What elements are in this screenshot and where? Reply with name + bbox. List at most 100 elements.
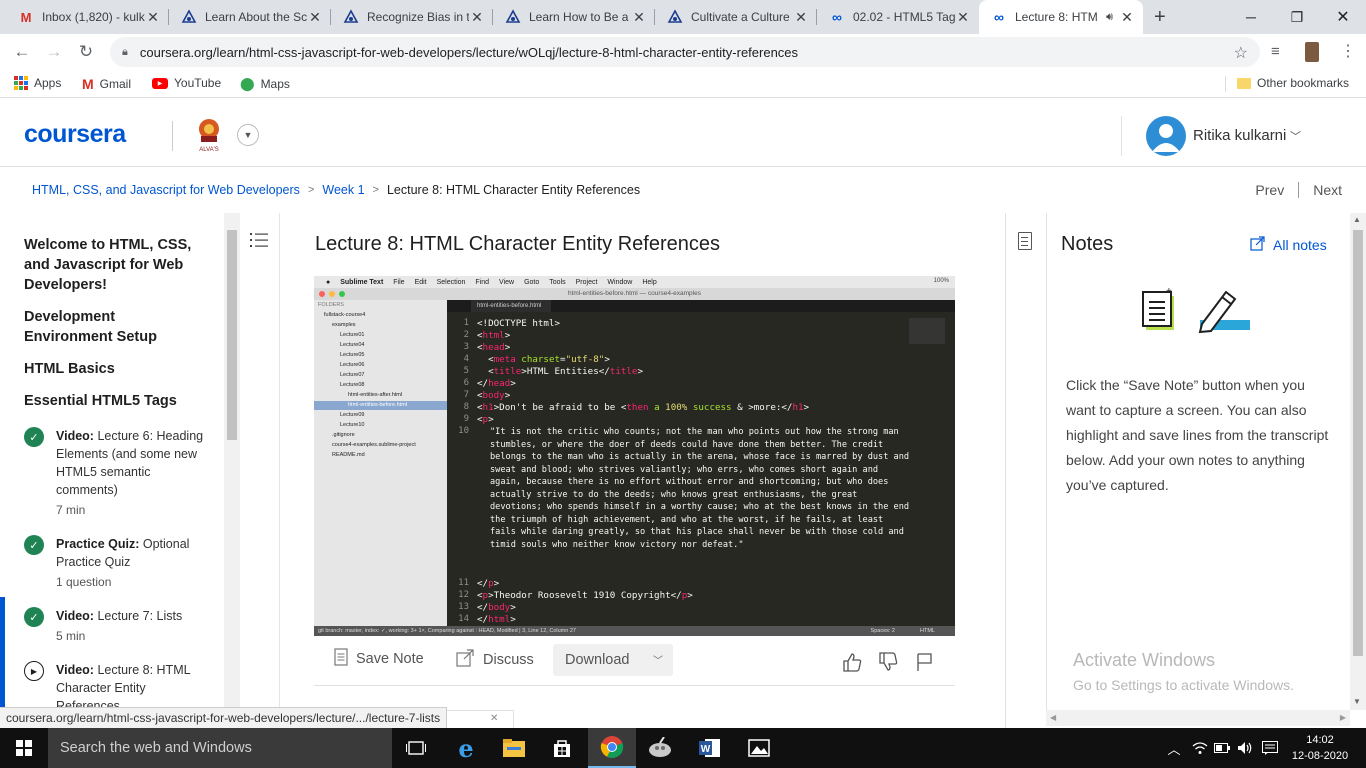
speaker-icon[interactable]: 🔊︎: [1106, 11, 1113, 24]
reading-list-icon[interactable]: ≡: [1271, 43, 1280, 60]
close-tab-icon[interactable]: ✕: [1119, 9, 1135, 26]
volume-icon[interactable]: [1237, 740, 1253, 756]
profile-avatar[interactable]: [1305, 42, 1319, 62]
outline-item-lecture-7[interactable]: ✓ Video: Lecture 7: Lists 5 min: [24, 607, 222, 647]
section-html5-tags[interactable]: Essential HTML5 Tags: [24, 391, 199, 411]
task-view-icon[interactable]: [392, 728, 440, 768]
coursera-loop-icon: ∞: [994, 9, 1004, 25]
scroll-left-arrow-icon[interactable]: ◀: [1050, 713, 1056, 722]
menu-list-icon[interactable]: [250, 232, 268, 248]
photos-icon[interactable]: [735, 728, 783, 768]
minimize-button[interactable]: ─: [1228, 0, 1274, 34]
scroll-down-arrow-icon[interactable]: ▼: [1353, 697, 1361, 706]
user-avatar[interactable]: [1146, 116, 1186, 156]
scroll-up-arrow-icon[interactable]: ▲: [1353, 215, 1361, 224]
activate-windows-subtext: Go to Settings to activate Windows.: [1073, 677, 1294, 693]
activate-windows-watermark: Activate Windows: [1073, 650, 1216, 670]
url-field[interactable]: 🔒︎ coursera.org/learn/html-css-javascrip…: [110, 37, 1260, 67]
close-tab-icon[interactable]: ✕: [955, 9, 971, 26]
bookmark-youtube[interactable]: ▶ YouTube: [152, 76, 221, 90]
system-clock[interactable]: 14:02 12-08-2020: [1290, 732, 1350, 764]
note-icon: [334, 648, 348, 670]
back-button[interactable]: ←: [11, 42, 33, 62]
save-note-button[interactable]: Save Note: [334, 648, 424, 670]
completed-check-icon: ✓: [24, 427, 44, 447]
edge-browser-icon[interactable]: e: [442, 728, 490, 768]
notes-horizontal-scrollbar[interactable]: ◀ ▶: [1046, 710, 1350, 726]
breadcrumb-course-link[interactable]: HTML, CSS, and Javascript for Web Develo…: [32, 183, 300, 197]
bookmark-other[interactable]: Other bookmarks: [1237, 76, 1349, 90]
bookmark-gmail[interactable]: M Gmail: [82, 76, 131, 92]
outline-item-lecture-6[interactable]: ✓ Video: Lecture 6: Heading Elements (an…: [24, 427, 222, 519]
prev-button[interactable]: Prev: [1255, 182, 1284, 198]
notes-scrollbar-thumb[interactable]: [1353, 230, 1363, 656]
bookmark-maps[interactable]: ⬤ Maps: [240, 76, 290, 92]
close-icon: ✕: [490, 713, 499, 724]
close-tab-icon[interactable]: ✕: [631, 9, 647, 26]
thumbs-up-icon[interactable]: [841, 651, 863, 673]
tab-learn-how[interactable]: Learn How to Be a ✕: [493, 0, 655, 34]
chrome-icon[interactable]: [588, 728, 636, 768]
bookmark-star-icon[interactable]: ☆: [1234, 43, 1248, 63]
user-name[interactable]: Ritika kulkarni: [1193, 127, 1286, 144]
play-icon: ▶: [24, 661, 44, 681]
download-dropdown[interactable]: Download ﹀: [553, 644, 673, 676]
institution-dropdown-button[interactable]: ▼: [237, 124, 259, 146]
close-tab-icon[interactable]: ✕: [469, 9, 485, 26]
close-tab-icon[interactable]: ✕: [145, 9, 161, 26]
section-html-basics[interactable]: HTML Basics: [24, 359, 199, 379]
battery-icon[interactable]: [1214, 740, 1230, 756]
thumbs-down-icon[interactable]: [877, 651, 899, 673]
chevron-down-icon[interactable]: ﹀: [1290, 128, 1301, 144]
apple-icon: ●: [326, 278, 331, 286]
reload-button[interactable]: ↻: [75, 42, 97, 62]
notes-illustration: +: [1142, 286, 1254, 334]
next-button[interactable]: Next: [1313, 182, 1342, 198]
word-icon[interactable]: W: [686, 728, 734, 768]
maximize-button[interactable]: ❐: [1274, 0, 1320, 34]
breadcrumb-week-link[interactable]: Week 1: [322, 183, 364, 197]
windows-taskbar: Search the web and Windows e W ︿ 14:02 1…: [0, 728, 1366, 768]
tab-cultivate[interactable]: Cultivate a Culture ✕: [655, 0, 817, 34]
external-link-icon: [455, 648, 475, 672]
notes-help-text: Click the “Save Note” button when you wa…: [1066, 377, 1329, 493]
forward-button[interactable]: →: [43, 42, 65, 62]
chevron-up-icon[interactable]: ︿: [1166, 740, 1182, 757]
folder-icon: [1237, 77, 1251, 89]
scroll-right-arrow-icon[interactable]: ▶: [1340, 713, 1346, 722]
notes-panel-toggle-icon[interactable]: [1018, 232, 1032, 250]
notifications-icon[interactable]: [1262, 740, 1278, 756]
mixer-app-icon[interactable]: [636, 728, 684, 768]
bookmark-apps[interactable]: Apps: [14, 76, 61, 90]
discuss-button[interactable]: Discuss: [455, 648, 534, 672]
tab-html5-tags[interactable]: ∞ 02.02 - HTML5 Tag ✕: [817, 0, 979, 34]
gmail-icon: M: [20, 9, 32, 25]
outline-item-practice-quiz[interactable]: ✓ Practice Quiz: Optional Practice Quiz …: [24, 535, 222, 595]
sidebar-scrollbar-thumb[interactable]: [227, 230, 237, 440]
lecture-pager: Prev Next: [1255, 182, 1342, 198]
close-tab-icon[interactable]: ✕: [793, 9, 809, 26]
section-dev-setup[interactable]: Development Environment Setup: [24, 307, 199, 347]
file-explorer-icon[interactable]: [490, 728, 538, 768]
section-welcome[interactable]: Welcome to HTML, CSS, and Javascript for…: [24, 235, 199, 295]
tab-learn-about[interactable]: Learn About the Sc ✕: [169, 0, 331, 34]
new-tab-button[interactable]: +: [1154, 6, 1166, 29]
close-window-button[interactable]: ✕: [1320, 0, 1366, 34]
close-tab-icon[interactable]: ✕: [307, 9, 323, 26]
tab-lecture-8[interactable]: ∞ Lecture 8: HTM 🔊︎ ✕: [979, 0, 1143, 34]
taskbar-search-input[interactable]: Search the web and Windows: [48, 728, 392, 768]
flag-icon[interactable]: [914, 651, 936, 673]
store-icon[interactable]: [538, 728, 586, 768]
video-frame-statusbar: git branch: master, index: ✓, working: 3…: [314, 626, 955, 636]
video-player[interactable]: ● Sublime Text File Edit Selection Find …: [314, 276, 955, 636]
coursera-logo[interactable]: coursera: [24, 120, 126, 149]
coursera-header: coursera ALVA'S ▼ Ritika kulkarni ﹀: [0, 103, 1366, 167]
youtube-icon: ▶: [152, 77, 168, 89]
tab-recognize-bias[interactable]: Recognize Bias in t ✕: [331, 0, 493, 34]
all-notes-link[interactable]: All notes: [1250, 236, 1327, 254]
wifi-icon[interactable]: [1192, 740, 1208, 756]
tab-gmail[interactable]: M Inbox (1,820) - kulk ✕: [6, 0, 169, 34]
institution-logo[interactable]: ALVA'S: [192, 117, 226, 153]
windows-start-button[interactable]: [0, 728, 48, 768]
more-menu-icon[interactable]: ⋮: [1340, 41, 1356, 61]
